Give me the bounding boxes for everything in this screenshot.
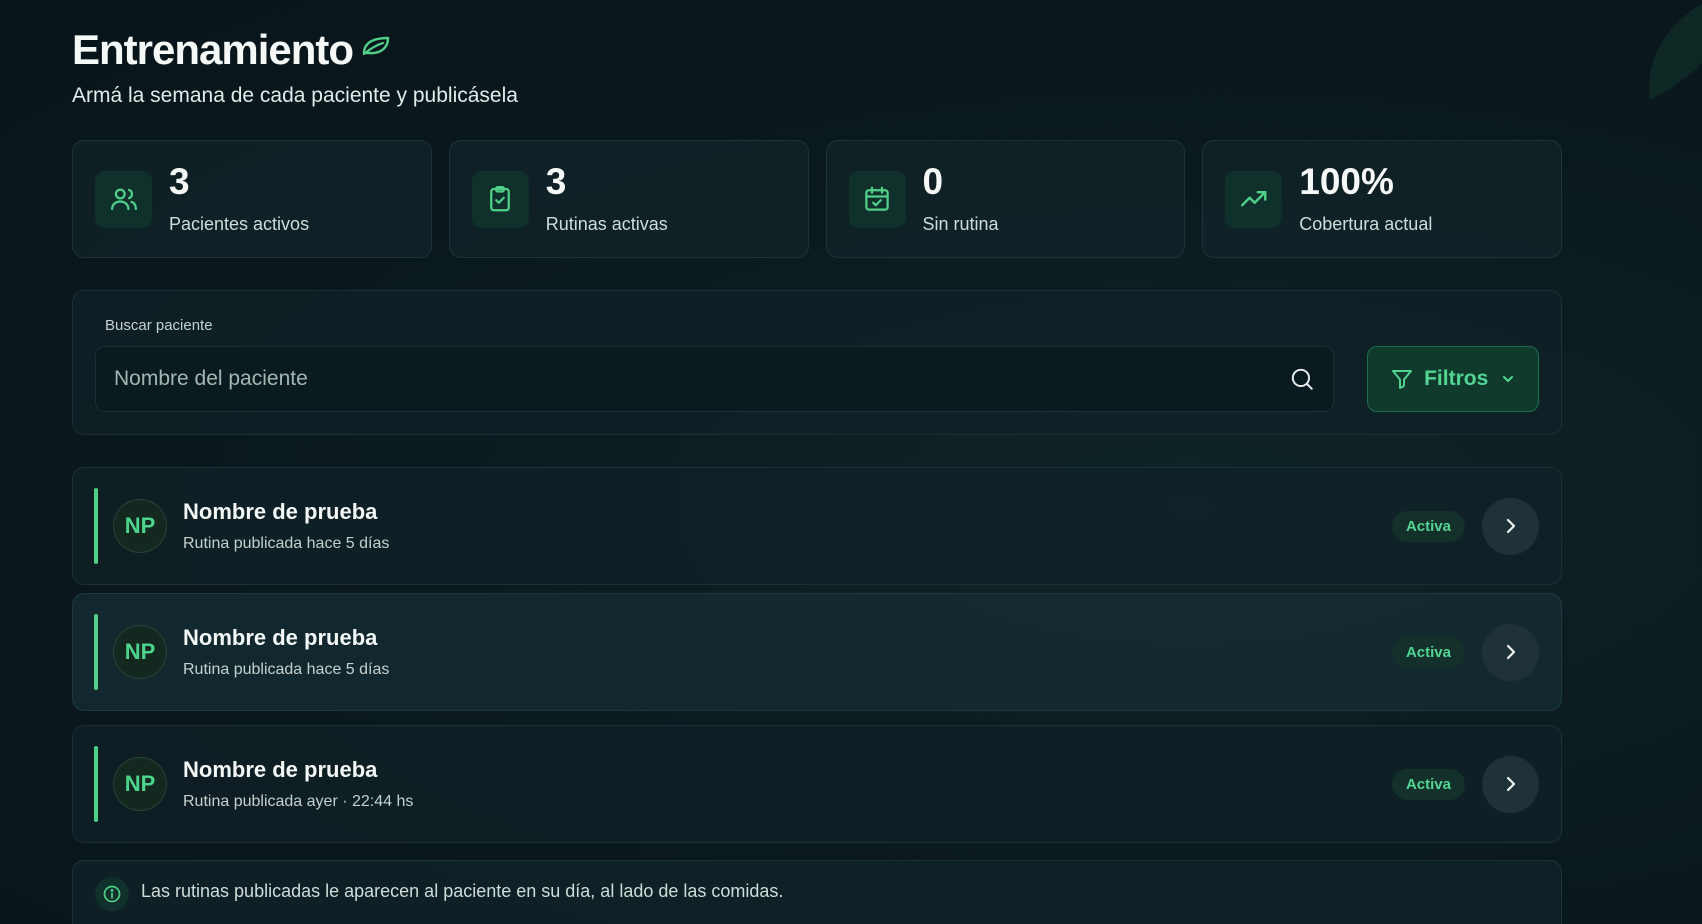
users-icon (110, 188, 137, 211)
chevron-right-icon (1506, 776, 1515, 792)
stat-card-rutinas: 3 Rutinas activas (448, 140, 809, 258)
calendar-check-icon (865, 186, 889, 211)
avatar: NP (113, 499, 167, 553)
stat-text: 3 Rutinas activas (546, 163, 668, 235)
accent-bar (94, 746, 98, 822)
patient-subtitle: Rutina publicada ayer · 22:44 hs (183, 793, 414, 810)
patient-name: Nombre de prueba (183, 625, 378, 650)
open-patient-button[interactable] (1482, 755, 1539, 813)
filters-label: Filtros (1424, 367, 1489, 390)
patient-info: Nombre de prueba Rutina publicada ayer ·… (183, 757, 413, 811)
patient-list: NP Nombre de prueba Rutina publicada hac… (72, 467, 1562, 843)
search-label: Buscar paciente (105, 317, 213, 334)
page-header: Entrenamiento Armá la semana de cada pac… (72, 0, 1562, 108)
page-subtitle: Armá la semana de cada paciente y public… (72, 84, 518, 107)
chevron-down-icon (1503, 376, 1514, 382)
stat-card-pacientes: 3 Pacientes activos (72, 140, 432, 258)
main-container: Entrenamiento Armá la semana de cada pac… (72, 0, 1562, 924)
page-title: Entrenamiento (72, 26, 354, 73)
search-input[interactable] (114, 367, 1214, 391)
stat-icon-box (848, 170, 906, 228)
patient-info: Nombre de prueba Rutina publicada hace 5… (183, 499, 389, 553)
stat-text: 100% Cobertura actual (1299, 163, 1432, 235)
chevron-right-icon (1506, 644, 1515, 660)
patient-actions: Activa (1391, 623, 1539, 681)
stat-label: Sin rutina (922, 214, 999, 234)
filters-button[interactable]: Filtros (1367, 346, 1539, 412)
stat-label: Cobertura actual (1299, 214, 1433, 234)
patient-subtitle: Rutina publicada hace 5 días (183, 535, 390, 552)
patient-name: Nombre de prueba (183, 757, 378, 782)
leaf-icon (362, 36, 390, 56)
info-banner: Las rutinas publicadas le aparecen al pa… (72, 860, 1562, 924)
open-patient-button[interactable] (1482, 623, 1539, 681)
status-badge: Activa (1391, 768, 1465, 800)
accent-bar (94, 614, 98, 690)
search-box (95, 346, 1335, 412)
info-text: Las rutinas publicadas le aparecen al pa… (141, 881, 784, 901)
stat-value: 3 (169, 161, 190, 202)
decorative-leaf-icon (1649, 4, 1702, 100)
stat-text: 0 Sin rutina (923, 163, 999, 235)
avatar: NP (113, 625, 167, 679)
stat-icon-box (471, 170, 529, 228)
search-row: Filtros (95, 346, 1539, 412)
accent-bar (94, 488, 98, 564)
patient-card[interactable]: NP Nombre de prueba Rutina publicada hac… (72, 593, 1562, 711)
stat-icon-box (95, 170, 152, 228)
search-icon[interactable] (1289, 366, 1315, 392)
patient-subtitle: Rutina publicada hace 5 días (183, 661, 390, 678)
status-badge: Activa (1391, 510, 1465, 542)
stat-card-cobertura: 100% Cobertura actual (1202, 140, 1562, 258)
stat-value: 100% (1299, 161, 1394, 202)
info-icon-box (95, 877, 129, 911)
avatar: NP (113, 757, 167, 811)
stat-label: Pacientes activos (169, 214, 310, 234)
patient-actions: Activa (1391, 755, 1539, 813)
patient-name: Nombre de prueba (183, 499, 378, 524)
search-panel: Buscar paciente Filtros (72, 290, 1562, 435)
stat-icon-box (1225, 170, 1283, 228)
stat-card-sin-rutina: 0 Sin rutina (825, 140, 1186, 258)
stat-value: 3 (545, 161, 567, 202)
stat-value: 0 (922, 161, 944, 202)
filter-icon (1392, 370, 1413, 389)
chevron-right-icon (1506, 518, 1515, 534)
info-icon (103, 885, 121, 903)
clipboard-check-icon (490, 186, 511, 212)
patient-card[interactable]: NP Nombre de prueba Rutina publicada aye… (72, 725, 1562, 843)
trending-up-icon (1240, 190, 1267, 207)
patient-actions: Activa (1391, 497, 1539, 555)
status-badge: Activa (1391, 636, 1465, 668)
open-patient-button[interactable] (1482, 497, 1539, 555)
stats-row: 3 Pacientes activos 3 Rutinas activas 0 … (72, 140, 1562, 258)
stat-label: Rutinas activas (545, 214, 668, 234)
stat-text: 3 Pacientes activos (169, 163, 309, 235)
patient-info: Nombre de prueba Rutina publicada hace 5… (183, 625, 389, 679)
title-row: Entrenamiento (72, 26, 1562, 74)
patient-card[interactable]: NP Nombre de prueba Rutina publicada hac… (72, 467, 1562, 585)
